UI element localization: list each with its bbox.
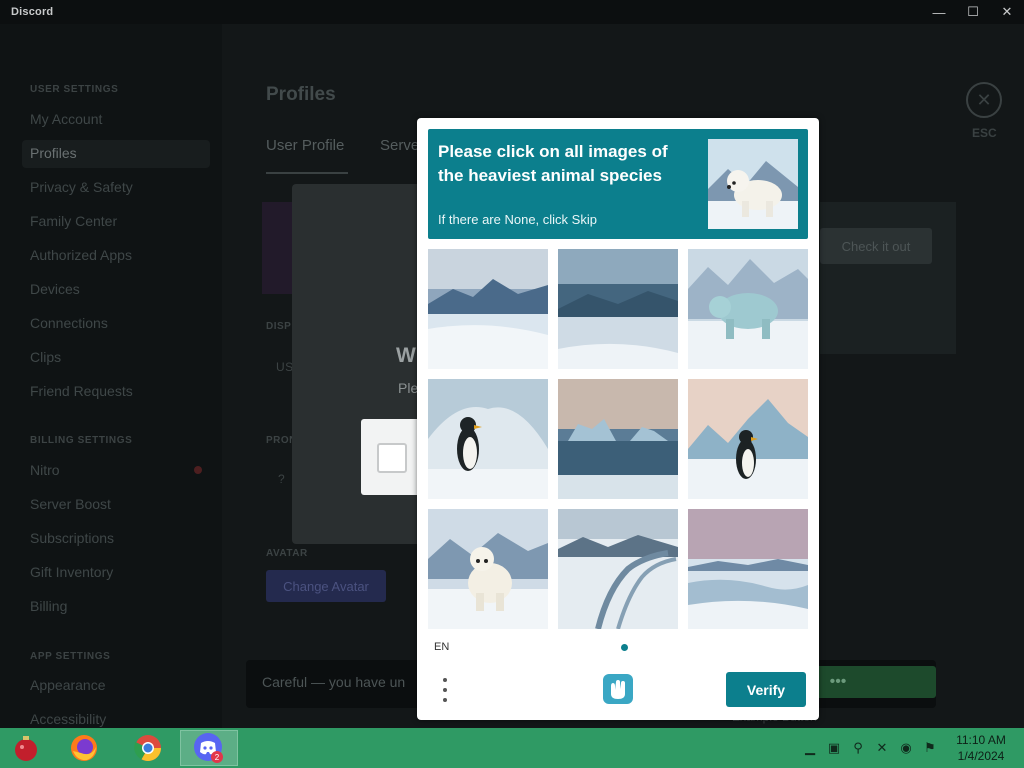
esc-label: ESC: [972, 126, 997, 140]
close-button[interactable]: ✕: [990, 0, 1024, 24]
app-settings-header: APP SETTINGS: [30, 651, 111, 662]
dot-icon: [443, 698, 447, 702]
unsaved-changes-text: Careful — you have un: [262, 674, 406, 690]
captcha-tile-9[interactable]: [688, 509, 808, 629]
penguin-mountains-image: [688, 379, 808, 499]
discord-tray-icon[interactable]: ◉: [896, 738, 916, 758]
sidebar-item-profiles[interactable]: Profiles: [30, 142, 210, 164]
more-options-button[interactable]: [438, 676, 452, 704]
verification-modal-subtitle: Ple: [398, 380, 419, 396]
billing-settings-header: BILLING SETTINGS: [30, 435, 133, 446]
page-indicator: [621, 644, 628, 651]
taskbar: 2 ▁ ▣ ⚲ ✕ ◉ ⚑ 11:10 AM 1/4/2024: [0, 728, 1024, 768]
polar-bear-standing-image: [428, 509, 548, 629]
icebergs-sunset-image: [558, 379, 678, 499]
network-icon[interactable]: ▣: [824, 738, 844, 758]
captcha-tile-6[interactable]: [688, 379, 808, 499]
captcha-tile-7[interactable]: [428, 509, 548, 629]
discord-badge: 2: [215, 753, 220, 762]
language-selector[interactable]: EN: [434, 641, 449, 653]
sidebar-item-subscriptions[interactable]: Subscriptions: [30, 527, 210, 549]
captcha-tile-3[interactable]: [688, 249, 808, 369]
tab-user-profile[interactable]: User Profile: [266, 137, 344, 154]
sidebar-item-friend-requests[interactable]: Friend Requests: [30, 380, 210, 402]
firefox-icon: [71, 735, 97, 761]
captcha-checkbox[interactable]: [377, 443, 407, 473]
profile-banner: [262, 202, 294, 294]
ornament-icon: [15, 736, 37, 761]
taskbar-discord[interactable]: 2: [180, 730, 238, 766]
taskbar-clock[interactable]: 11:10 AM 1/4/2024: [946, 732, 1016, 764]
change-avatar-button[interactable]: Change Avatar: [266, 570, 386, 602]
dot-icon: [443, 688, 447, 692]
captcha-tile-1[interactable]: [428, 249, 548, 369]
captcha-prompt: Please click on all images of the heavie…: [428, 129, 808, 239]
sidebar-item-nitro[interactable]: Nitro: [30, 459, 210, 481]
chrome-icon: [134, 735, 162, 762]
minimize-button[interactable]: —: [922, 0, 956, 24]
sidebar-item-authorized-apps[interactable]: Authorized Apps: [30, 244, 210, 266]
close-icon: ✕: [976, 89, 992, 110]
taskbar-chrome[interactable]: [126, 730, 170, 766]
sidebar-item-accessibility[interactable]: Accessibility: [30, 708, 210, 730]
captcha-tile-5[interactable]: [558, 379, 678, 499]
page-title: Profiles: [266, 84, 336, 105]
hcaptcha-logo-icon: [603, 674, 633, 704]
polar-bear-walking-image: [688, 249, 808, 369]
captcha-challenge: Please click on all images of the heavie…: [417, 118, 819, 720]
sidebar-item-family-center[interactable]: Family Center: [30, 210, 210, 232]
verification-modal-title: W: [396, 344, 416, 367]
search-tray-icon[interactable]: ⚲: [848, 738, 868, 758]
tab-underline: [266, 172, 348, 174]
tray-arrow-icon[interactable]: ▁: [800, 738, 820, 758]
user-settings-header: USER SETTINGS: [30, 84, 119, 95]
captcha-tile-4[interactable]: [428, 379, 548, 499]
dot-icon: [443, 678, 447, 682]
snow-trail-image: [558, 509, 678, 629]
captcha-prompt-text: Please click on all images of the heavie…: [438, 142, 668, 185]
taskbar-firefox[interactable]: [62, 730, 106, 766]
sidebar-item-billing[interactable]: Billing: [30, 595, 210, 617]
snow-field-image: [688, 509, 808, 629]
display-name-label: DISP: [266, 321, 292, 332]
sidebar-item-clips[interactable]: Clips: [30, 346, 210, 368]
app-title: Discord: [11, 6, 54, 18]
tab-server-profiles[interactable]: Serve: [380, 137, 419, 154]
sidebar-item-my-account[interactable]: My Account: [30, 108, 210, 130]
discord-icon: 2: [194, 733, 223, 763]
clock-time: 11:10 AM: [956, 733, 1006, 747]
profile-preview-card: [820, 202, 956, 354]
verify-button[interactable]: Verify: [726, 672, 806, 707]
captcha-grid: [428, 249, 808, 629]
close-settings-button[interactable]: ✕: [966, 82, 1002, 118]
window-controls: — ☐ ✕: [922, 0, 1024, 24]
ice-mountains-image: [428, 249, 548, 369]
taskbar-ornament[interactable]: [4, 730, 48, 766]
nitro-badge: [194, 466, 202, 474]
sidebar-item-connections[interactable]: Connections: [30, 312, 210, 334]
check-it-out-button[interactable]: Check it out: [820, 228, 932, 264]
prompt-polar-bear-image: [708, 139, 798, 229]
penguin-ice-cave-image: [428, 379, 548, 499]
sidebar-item-privacy-safety[interactable]: Privacy & Safety: [30, 176, 210, 198]
maximize-button[interactable]: ☐: [956, 0, 990, 24]
snow-valley-image: [558, 249, 678, 369]
sidebar-item-gift-inventory[interactable]: Gift Inventory: [30, 561, 210, 583]
clock-date: 1/4/2024: [957, 749, 1005, 763]
sidebar-item-server-boost[interactable]: Server Boost: [30, 493, 210, 515]
sidebar-item-appearance[interactable]: Appearance: [30, 674, 210, 696]
captcha-tile-8[interactable]: [558, 509, 678, 629]
pronouns-input[interactable]: ?: [278, 472, 285, 486]
sidebar-item-devices[interactable]: Devices: [30, 278, 210, 300]
captcha-prompt-subtext: If there are None, click Skip: [438, 212, 597, 227]
settings-sidebar: USER SETTINGS My Account Profiles Privac…: [0, 24, 222, 728]
volume-muted-icon[interactable]: ✕: [872, 738, 892, 758]
desktop: Discord — ☐ ✕ USER SETTINGS My Account P…: [0, 0, 1024, 768]
system-tray: ▁ ▣ ⚲ ✕ ◉ ⚑: [800, 738, 940, 758]
avatar-label: AVATAR: [266, 548, 308, 559]
title-bar: Discord — ☐ ✕: [0, 0, 1024, 24]
captcha-tile-2[interactable]: [558, 249, 678, 369]
flag-icon[interactable]: ⚑: [920, 738, 940, 758]
